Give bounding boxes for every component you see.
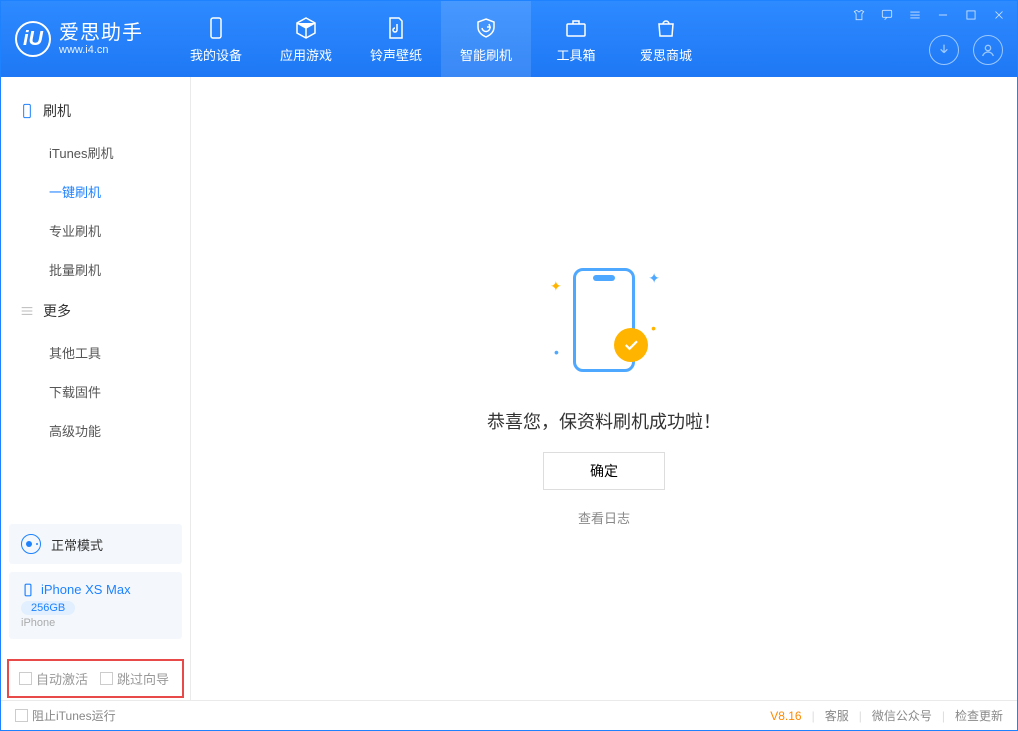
maximize-icon[interactable] (963, 7, 979, 23)
mode-icon (21, 534, 41, 554)
device-phone-icon (21, 583, 35, 597)
checkbox-skip-guide[interactable]: 跳过向导 (100, 669, 169, 688)
sidebar-group-more: 更多 (1, 289, 190, 333)
sparkle-icon: • (554, 344, 559, 360)
support-link[interactable]: 客服 (825, 707, 849, 724)
phone-outline-icon (19, 103, 35, 119)
app-url: www.i4.cn (59, 44, 143, 56)
sidebar: 刷机 iTunes刷机 一键刷机 专业刷机 批量刷机 更多 其他工具 下载固件 … (1, 77, 191, 700)
checkbox-icon (15, 709, 28, 722)
nav-label: 智能刷机 (460, 45, 512, 64)
check-badge-icon (614, 328, 648, 362)
device-capacity: 256GB (21, 601, 75, 615)
check-update-link[interactable]: 检查更新 (955, 707, 1003, 724)
header: iU 爱思助手 www.i4.cn 我的设备 应用游戏 铃声壁纸 智能刷机 工具… (1, 1, 1017, 77)
sidebar-item-batch-flash[interactable]: 批量刷机 (1, 250, 190, 289)
nav-label: 应用游戏 (280, 45, 332, 64)
view-log-link[interactable]: 查看日志 (578, 508, 630, 527)
music-file-icon (383, 15, 409, 41)
nav-store[interactable]: 爱思商城 (621, 1, 711, 77)
nav-label: 工具箱 (556, 45, 595, 64)
nav-flash[interactable]: 智能刷机 (441, 1, 531, 77)
minimize-icon[interactable] (935, 7, 951, 23)
sidebar-item-other-tools[interactable]: 其他工具 (1, 333, 190, 372)
user-button[interactable] (973, 35, 1003, 65)
sidebar-item-itunes-flash[interactable]: iTunes刷机 (1, 133, 190, 172)
bag-icon (653, 15, 679, 41)
checkbox-auto-activate[interactable]: 自动激活 (19, 669, 88, 688)
logo[interactable]: iU 爱思助手 www.i4.cn (15, 21, 143, 57)
nav-my-device[interactable]: 我的设备 (171, 1, 261, 77)
footer: 阻止iTunes运行 V8.16 | 客服 | 微信公众号 | 检查更新 (1, 700, 1017, 730)
sparkle-icon: ✦ (648, 270, 660, 287)
refresh-shield-icon (473, 15, 499, 41)
sparkle-icon: ✦ (550, 278, 562, 295)
sidebar-item-oneclick-flash[interactable]: 一键刷机 (1, 172, 190, 211)
success-message: 恭喜您，保资料刷机成功啦！ (487, 408, 721, 434)
checkbox-block-itunes[interactable]: 阻止iTunes运行 (15, 707, 116, 724)
sidebar-item-pro-flash[interactable]: 专业刷机 (1, 211, 190, 250)
logo-icon: iU (15, 21, 51, 57)
main-content: ✦ ✦ • • 恭喜您，保资料刷机成功啦！ 确定 查看日志 (191, 77, 1017, 700)
menu-icon[interactable] (907, 7, 923, 23)
nav-label: 我的设备 (190, 45, 242, 64)
device-card[interactable]: iPhone XS Max 256GB iPhone (9, 572, 182, 639)
checkbox-icon (19, 672, 32, 685)
tshirt-icon[interactable] (851, 7, 867, 23)
checkbox-icon (100, 672, 113, 685)
sidebar-group-flash: 刷机 (1, 89, 190, 133)
nav-label: 铃声壁纸 (370, 45, 422, 64)
nav-label: 爱思商城 (640, 45, 692, 64)
sparkle-icon: • (651, 320, 656, 336)
ok-button[interactable]: 确定 (543, 452, 665, 490)
mode-card[interactable]: 正常模式 (9, 524, 182, 564)
success-illustration: ✦ ✦ • • (534, 250, 674, 390)
feedback-icon[interactable] (879, 7, 895, 23)
mode-label: 正常模式 (51, 535, 103, 554)
app-name: 爱思助手 (59, 22, 143, 44)
sidebar-group-label: 刷机 (43, 101, 71, 121)
version-label: V8.16 (770, 709, 801, 723)
options-row: 自动激活 跳过向导 (7, 659, 184, 698)
nav-ringtones[interactable]: 铃声壁纸 (351, 1, 441, 77)
cube-icon (293, 15, 319, 41)
checkbox-label: 自动激活 (36, 669, 88, 688)
device-type: iPhone (21, 617, 170, 629)
sidebar-item-advanced[interactable]: 高级功能 (1, 411, 190, 450)
checkbox-label: 阻止iTunes运行 (32, 707, 116, 724)
phone-icon (203, 15, 229, 41)
wechat-link[interactable]: 微信公众号 (872, 707, 932, 724)
nav-tabs: 我的设备 应用游戏 铃声壁纸 智能刷机 工具箱 爱思商城 (171, 1, 711, 77)
sidebar-group-label: 更多 (43, 301, 71, 321)
nav-toolbox[interactable]: 工具箱 (531, 1, 621, 77)
checkbox-label: 跳过向导 (117, 669, 169, 688)
device-name: iPhone XS Max (41, 582, 131, 597)
list-icon (19, 303, 35, 319)
nav-apps[interactable]: 应用游戏 (261, 1, 351, 77)
close-icon[interactable] (991, 7, 1007, 23)
sidebar-item-download-firmware[interactable]: 下载固件 (1, 372, 190, 411)
briefcase-icon (563, 15, 589, 41)
download-button[interactable] (929, 35, 959, 65)
